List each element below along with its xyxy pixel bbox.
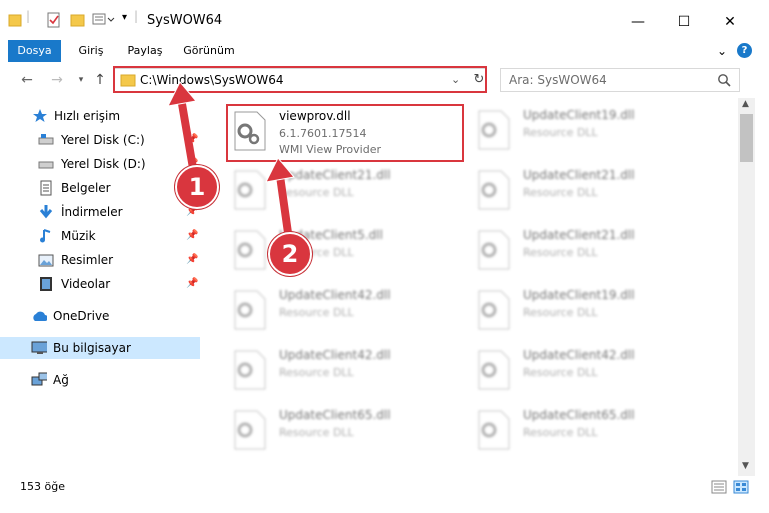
new-folder-icon[interactable] [70, 11, 86, 29]
sidebar-item-quick-access[interactable]: Hızlı erişim [0, 105, 200, 127]
dll-file-icon [234, 350, 266, 390]
scrollbar-thumb[interactable] [740, 114, 753, 162]
file-tile[interactable]: UpdateClient42.dll Resource DLL [231, 346, 461, 394]
search-box[interactable]: Ara: SysWOW64 [500, 68, 740, 92]
file-tile[interactable]: UpdateClient21.dll Resource DLL [475, 166, 705, 214]
star-icon [33, 109, 47, 122]
callout-step-2: 2 [268, 232, 312, 276]
large-icons-view-icon[interactable] [733, 480, 749, 494]
tab-view[interactable]: Görünüm [178, 40, 240, 62]
tab-home[interactable]: Giriş [68, 40, 114, 62]
maximize-button[interactable]: ☐ [661, 8, 707, 36]
sidebar-item-local-disk-d[interactable]: Yerel Disk (D:) 📌 [0, 153, 200, 175]
refresh-icon[interactable]: ↻ [470, 72, 488, 88]
file-tile[interactable]: UpdateClient19.dll Resource DLL [475, 286, 705, 334]
address-row: ← → ▾ ↑ C:\Windows\SysWOW64 ⌄ ↻ Ara: Sys… [0, 62, 769, 96]
file-tile[interactable]: UpdateClient42.dll Resource DLL [231, 286, 461, 334]
search-icon[interactable] [717, 73, 731, 87]
sidebar-item-downloads[interactable]: İndirmeler 📌 [0, 201, 200, 223]
pictures-icon [38, 254, 54, 267]
scroll-up-icon[interactable]: ▲ [742, 99, 749, 109]
back-arrow-icon[interactable]: ← [18, 72, 36, 88]
window-title: SysWOW64 [147, 13, 223, 28]
dll-file-icon [234, 410, 266, 450]
file-tile-viewprov[interactable]: viewprov.dll 6.1.7601.17514 WMI View Pro… [231, 107, 461, 156]
vertical-scrollbar[interactable]: ▲ ▼ [738, 98, 755, 476]
pin-icon[interactable]: 📌 [186, 129, 198, 151]
video-icon [40, 277, 52, 291]
ribbon-tabs: Dosya Giriş Paylaş Görünüm ⌄ ? [0, 40, 769, 63]
file-name: viewprov.dll [279, 109, 351, 123]
collapse-ribbon-icon[interactable]: ⌄ [714, 40, 730, 62]
dll-file-icon [234, 111, 266, 151]
close-button[interactable]: ✕ [707, 8, 753, 36]
tab-share[interactable]: Paylaş [120, 40, 170, 62]
properties-icon[interactable] [46, 11, 62, 29]
pin-icon[interactable]: 📌 [186, 225, 198, 247]
recent-locations-icon[interactable]: ▾ [72, 72, 90, 88]
sidebar-item-this-pc[interactable]: Bu bilgisayar [0, 337, 200, 359]
sidebar-item-videos[interactable]: Videolar 📌 [0, 273, 200, 295]
dll-file-icon [478, 110, 510, 150]
item-count: 153 öğe [20, 480, 65, 493]
dll-file-icon [478, 230, 510, 270]
sidebar-item-pictures[interactable]: Resimler 📌 [0, 249, 200, 271]
sidebar-item-music[interactable]: Müzik 📌 [0, 225, 200, 247]
cloud-icon [33, 311, 47, 321]
network-icon [31, 372, 47, 386]
customize-toolbar-icon[interactable] [92, 11, 118, 29]
dll-file-icon [478, 350, 510, 390]
computer-icon [31, 341, 47, 354]
tab-file[interactable]: Dosya [8, 40, 61, 62]
drive-icon [38, 161, 54, 169]
file-tile[interactable]: UpdateClient21.dll Resource DLL [475, 226, 705, 274]
separator: | [134, 9, 139, 23]
dll-file-icon [478, 410, 510, 450]
chevron-down-icon[interactable]: ▾ [122, 12, 127, 30]
file-list: viewprov.dll 6.1.7601.17514 WMI View Pro… [205, 100, 740, 468]
minimize-button[interactable]: — [615, 8, 661, 36]
dll-file-icon [234, 170, 266, 210]
pin-icon[interactable]: 📌 [186, 249, 198, 271]
file-description: WMI View Provider [279, 143, 381, 156]
status-bar: 153 öğe [0, 476, 769, 498]
dll-file-icon [478, 290, 510, 330]
details-view-icon[interactable] [711, 480, 727, 494]
sidebar-item-documents[interactable]: Belgeler 📌 [0, 177, 200, 199]
address-bar[interactable]: C:\Windows\SysWOW64 ⌄ [114, 68, 487, 92]
up-arrow-icon[interactable]: ↑ [91, 72, 109, 88]
sidebar-item-network[interactable]: Ağ [0, 369, 200, 391]
scroll-down-icon[interactable]: ▼ [742, 461, 749, 471]
file-tile[interactable]: UpdateClient65.dll Resource DLL [475, 406, 705, 454]
drive-icon [38, 134, 54, 145]
sidebar-item-local-disk-c[interactable]: Yerel Disk (C:) 📌 [0, 129, 200, 151]
dll-file-icon [234, 230, 266, 270]
address-path: C:\Windows\SysWOW64 [140, 73, 284, 87]
file-tile[interactable]: UpdateClient65.dll Resource DLL [231, 406, 461, 454]
file-tile[interactable]: UpdateClient19.dll Resource DLL [475, 106, 705, 154]
callout-step-1: 1 [175, 165, 219, 209]
file-version: 6.1.7601.17514 [279, 127, 367, 140]
help-icon[interactable]: ? [737, 43, 752, 58]
address-dropdown-icon[interactable]: ⌄ [451, 73, 460, 86]
dll-file-icon [478, 170, 510, 210]
folder-icon [8, 14, 22, 27]
document-icon [40, 180, 52, 196]
pin-icon[interactable]: 📌 [186, 273, 198, 295]
download-icon [39, 205, 53, 219]
navigation-pane: Hızlı erişim Yerel Disk (C:) 📌 Yerel Dis… [0, 100, 205, 468]
file-tile[interactable]: UpdateClient42.dll Resource DLL [475, 346, 705, 394]
music-icon [40, 229, 51, 243]
folder-icon [120, 74, 136, 87]
forward-arrow-icon[interactable]: → [48, 72, 66, 88]
dll-file-icon [234, 290, 266, 330]
search-placeholder: Ara: SysWOW64 [509, 73, 607, 87]
sidebar-item-onedrive[interactable]: OneDrive [0, 305, 200, 327]
separator: | [26, 9, 31, 23]
file-tile[interactable]: UpdateClient21.dll Resource DLL [231, 166, 461, 214]
file-tile[interactable]: UpdateClient5.dll Resource DLL [231, 226, 461, 274]
title-bar: | ▾ | SysWOW64 — ☐ ✕ [0, 0, 769, 40]
